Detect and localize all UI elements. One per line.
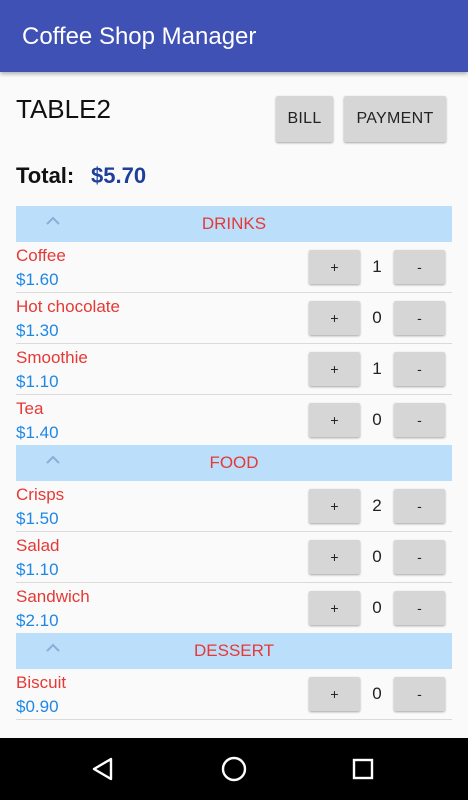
item-quantity: 0	[372, 684, 382, 703]
back-icon[interactable]	[90, 756, 116, 782]
item-quantity: 0	[372, 308, 382, 327]
increase-button[interactable]: +	[309, 677, 360, 711]
menu-item-crisps: Crisps $1.50 + 2 -	[16, 481, 452, 532]
increase-button[interactable]: +	[309, 352, 360, 386]
item-name: Biscuit	[16, 673, 67, 692]
increase-button[interactable]: +	[309, 301, 360, 335]
decrease-button[interactable]: -	[394, 540, 445, 574]
app-bar: Coffee Shop Manager	[0, 0, 468, 72]
increase-button[interactable]: +	[309, 540, 360, 574]
category-name: DRINKS	[201, 214, 267, 233]
menu-item-tea: Tea $1.40 + 0 -	[16, 395, 452, 446]
category-header-dessert[interactable]: DESSERT	[16, 633, 452, 669]
item-name: Salad	[16, 536, 60, 555]
total-label: Total:	[16, 163, 75, 188]
item-quantity: 1	[372, 257, 382, 276]
decrease-button[interactable]: -	[394, 591, 445, 625]
navigation-bar	[0, 738, 468, 800]
item-price: $1.30	[16, 321, 59, 340]
item-quantity: 2	[372, 496, 382, 515]
item-name: Coffee	[16, 246, 66, 265]
item-price: $1.50	[16, 509, 59, 528]
decrease-button[interactable]: -	[394, 489, 445, 523]
total-value: $5.70	[91, 163, 147, 188]
item-price: $1.10	[16, 372, 59, 391]
payment-button[interactable]: PAYMENT	[344, 96, 446, 142]
decrease-button[interactable]: -	[394, 677, 445, 711]
item-quantity: 0	[372, 410, 382, 429]
item-name: Tea	[16, 399, 44, 418]
item-name: Smoothie	[16, 348, 88, 367]
item-quantity: 0	[372, 598, 382, 617]
item-price: $1.10	[16, 560, 59, 579]
decrease-button[interactable]: -	[394, 352, 445, 386]
increase-button[interactable]: +	[309, 591, 360, 625]
menu-item-smoothie: Smoothie $1.10 + 1 -	[16, 344, 452, 395]
increase-button[interactable]: +	[309, 489, 360, 523]
item-price: $1.60	[16, 270, 59, 289]
category-name: DESSERT	[194, 641, 274, 660]
increase-button[interactable]: +	[309, 250, 360, 284]
item-price: $2.10	[16, 611, 59, 630]
increase-button[interactable]: +	[309, 403, 360, 437]
home-icon[interactable]	[220, 755, 248, 783]
item-price: $0.90	[16, 697, 59, 716]
item-quantity: 0	[372, 547, 382, 566]
menu-item-salad: Salad $1.10 + 0 -	[16, 532, 452, 583]
menu-item-coffee: Coffee $1.60 + 1 -	[16, 242, 452, 293]
item-quantity: 1	[372, 359, 382, 378]
decrease-button[interactable]: -	[394, 301, 445, 335]
decrease-button[interactable]: -	[394, 250, 445, 284]
app-title: Coffee Shop Manager	[22, 23, 257, 50]
item-name: Crisps	[16, 485, 65, 504]
item-price: $1.40	[16, 423, 59, 442]
category-header-food[interactable]: FOOD	[16, 445, 452, 481]
bill-button[interactable]: BILL	[276, 96, 333, 142]
category-header-drinks[interactable]: DRINKS	[16, 206, 452, 242]
decrease-button[interactable]: -	[394, 403, 445, 437]
menu-item-biscuit: Biscuit $0.90 + 0 -	[16, 669, 452, 720]
category-name: FOOD	[209, 453, 259, 472]
recents-icon[interactable]	[351, 757, 375, 781]
menu-item-sandwich: Sandwich $2.10 + 0 -	[16, 583, 452, 634]
item-name: Sandwich	[16, 587, 90, 606]
menu-item-hot-chocolate: Hot chocolate $1.30 + 0 -	[16, 293, 452, 344]
table-name: TABLE2	[16, 94, 111, 124]
item-name: Hot chocolate	[16, 297, 120, 316]
